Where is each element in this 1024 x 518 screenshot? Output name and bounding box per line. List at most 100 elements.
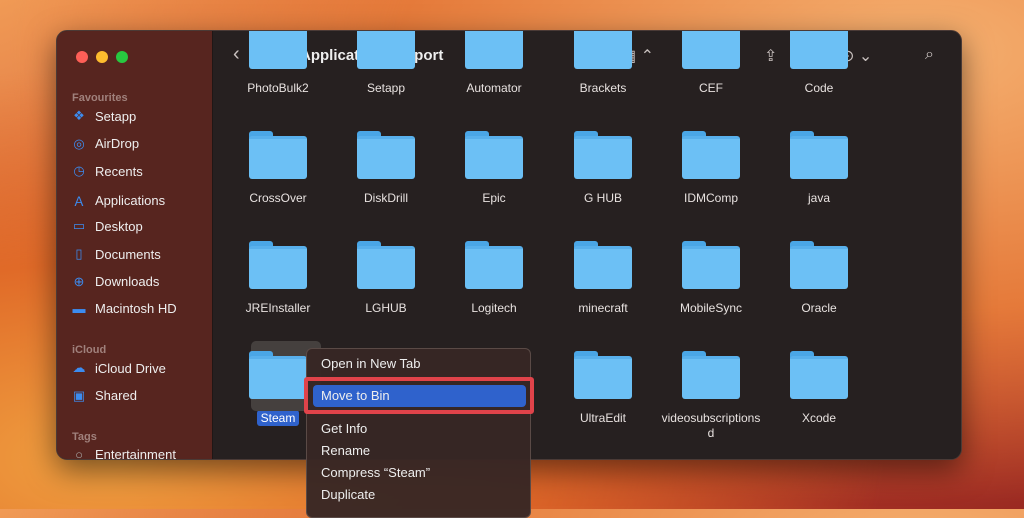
folder-item[interactable]: LGHUB xyxy=(332,241,440,316)
folder-item[interactable]: Xcode xyxy=(765,351,873,426)
shared-folder-icon: ▣ xyxy=(72,387,86,403)
menu-item-open-in-new-tab[interactable]: Open in New Tab xyxy=(321,356,421,371)
sidebar-item-entertainment[interactable]: ○ Entertainment xyxy=(71,447,176,460)
sidebar-item-label: Recents xyxy=(95,163,143,179)
folder-icon xyxy=(357,241,415,289)
folder-item[interactable]: Automator xyxy=(440,31,548,96)
folder-label: Brackets xyxy=(579,81,627,95)
folder-item[interactable]: Logitech xyxy=(440,241,548,316)
download-icon: ⊕ xyxy=(73,273,85,289)
sidebar-item-applications[interactable]: Ａ Applications xyxy=(71,191,165,210)
sidebar-section-title: iCloud xyxy=(72,344,107,356)
sidebar-item-label: Entertainment xyxy=(95,447,176,460)
folder-item[interactable]: Code xyxy=(765,31,873,96)
folder-icon xyxy=(249,31,307,69)
folder-item[interactable]: IDMComp xyxy=(657,131,765,206)
folder-icon xyxy=(249,351,307,399)
folder-icon xyxy=(790,131,848,179)
folder-item[interactable]: Setapp xyxy=(332,31,440,96)
folder-label: DiskDrill xyxy=(364,191,408,205)
menu-item-rename[interactable]: Rename xyxy=(321,443,370,458)
folder-label: MobileSync xyxy=(679,301,743,315)
close-button[interactable] xyxy=(76,51,88,63)
clock-icon: ◷ xyxy=(73,163,85,179)
zoom-button[interactable] xyxy=(116,51,128,63)
folder-label: Logitech xyxy=(471,301,517,315)
document-icon: ▯ xyxy=(75,246,83,261)
folder-item[interactable]: CrossOver xyxy=(224,131,332,206)
menu-item-compress-steam[interactable]: Compress “Steam” xyxy=(321,465,430,480)
tag-circle-icon: ○ xyxy=(75,447,83,460)
folder-label: Automator xyxy=(466,81,522,95)
folder-item[interactable]: PhotoBulk2 xyxy=(224,31,332,96)
sidebar-item-label: Desktop xyxy=(95,218,143,234)
folder-item[interactable]: java xyxy=(765,131,873,206)
sidebar-item-icloud-drive[interactable]: ☁ iCloud Drive xyxy=(71,360,166,376)
sidebar-item-airdrop[interactable]: ◎ AirDrop xyxy=(71,136,139,152)
desktop-icon: ▭ xyxy=(72,218,86,234)
folder-icon xyxy=(574,351,632,399)
sidebar-item-label: AirDrop xyxy=(95,136,140,152)
folder-icon xyxy=(682,131,740,179)
window-controls xyxy=(76,51,128,63)
folder-icon xyxy=(682,351,740,399)
sidebar-item-shared[interactable]: ▣ Shared xyxy=(71,388,137,404)
sidebar-item-macintosh-hd[interactable]: ▬ Macintosh HD xyxy=(71,301,177,316)
folder-label: JREInstaller xyxy=(245,301,311,315)
folder-icon xyxy=(249,131,307,179)
sidebar-item-documents[interactable]: ▯ Documents xyxy=(71,246,161,262)
folder-icon xyxy=(465,131,523,179)
folder-label: java xyxy=(807,191,830,205)
folder-label: PhotoBulk2 xyxy=(247,81,309,95)
folder-icon xyxy=(574,131,632,179)
folder-icon xyxy=(790,351,848,399)
folder-item[interactable]: DiskDrill xyxy=(332,131,440,206)
folder-icon xyxy=(465,31,523,69)
sidebar-item-label: Shared xyxy=(95,388,137,404)
sidebar-item-desktop[interactable]: ▭ Desktop xyxy=(71,218,143,234)
folder-icon xyxy=(682,31,740,69)
folder-label: CEF xyxy=(699,81,723,95)
sidebar: Favourites ❖ Setapp ◎ AirDrop ◷ Recents Ａ Applic… xyxy=(57,31,213,459)
search-icon[interactable]: ⌕ xyxy=(925,46,934,64)
folder-item[interactable]: Brackets xyxy=(549,31,657,96)
folder-item[interactable]: minecraft xyxy=(549,241,657,316)
folder-icon xyxy=(790,31,848,69)
folder-label: Epic xyxy=(482,191,506,205)
sidebar-section-title: Tags xyxy=(72,431,97,443)
folder-item[interactable]: Epic xyxy=(440,131,548,206)
minimize-button[interactable] xyxy=(96,51,108,63)
folder-item[interactable]: JREInstaller xyxy=(224,241,332,316)
folder-item[interactable]: UltraEdit xyxy=(549,351,657,426)
folder-icon xyxy=(357,31,415,69)
folder-item[interactable]: CEF xyxy=(657,31,765,96)
folder-item[interactable]: videosubscriptionsd xyxy=(657,351,765,441)
folder-label: Oracle xyxy=(801,301,837,315)
menu-item-get-info[interactable]: Get Info xyxy=(321,421,367,436)
folder-label: Steam xyxy=(256,410,300,426)
folder-icon xyxy=(249,241,307,289)
sidebar-item-label: Documents xyxy=(95,246,161,262)
folder-item[interactable]: G HUB xyxy=(549,131,657,206)
folder-icon xyxy=(574,31,632,69)
menu-item-duplicate[interactable]: Duplicate xyxy=(321,487,375,502)
folder-icon xyxy=(574,241,632,289)
sidebar-item-label: Macintosh HD xyxy=(95,301,177,317)
folder-icon xyxy=(790,241,848,289)
folder-item[interactable]: MobileSync xyxy=(657,241,765,316)
folder-label: Xcode xyxy=(801,411,837,425)
folder-label: CrossOver xyxy=(249,191,307,205)
folder-item[interactable]: Oracle xyxy=(765,241,873,316)
sidebar-item-recents[interactable]: ◷ Recents xyxy=(71,163,143,179)
sidebar-item-label: iCloud Drive xyxy=(95,360,166,376)
folder-icon xyxy=(465,241,523,289)
cloud-icon: ☁ xyxy=(72,360,86,375)
folder-label: LGHUB xyxy=(365,301,407,315)
context-menu: Open in New Tab Move to Bin Get Info Rename… xyxy=(306,348,531,518)
folder-label: IDMComp xyxy=(683,191,738,205)
sidebar-item-setapp[interactable]: ❖ Setapp xyxy=(71,108,136,124)
folder-label: Setapp xyxy=(366,81,406,95)
sidebar-item-downloads[interactable]: ⊕ Downloads xyxy=(71,273,160,290)
applications-icon: Ａ xyxy=(72,193,86,209)
sidebar-item-label: Applications xyxy=(95,192,166,208)
